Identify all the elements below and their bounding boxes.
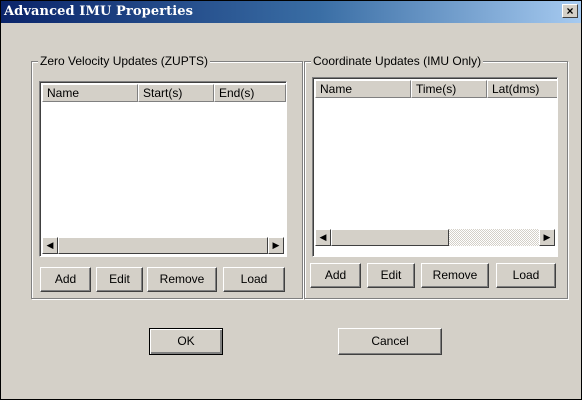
coordinate-updates-list[interactable]: Name Time(s) Lat(dms) ◀ ▶ <box>312 77 558 257</box>
coords-horizontal-scrollbar[interactable]: ◀ ▶ <box>315 229 555 246</box>
zupts-horizontal-scrollbar[interactable]: ◀ ▶ <box>42 237 284 254</box>
zupts-list[interactable]: Name Start(s) End(s) ◀ ▶ <box>39 81 287 257</box>
coordinate-updates-list-header: Name Time(s) Lat(dms) <box>315 80 557 98</box>
scroll-left-icon: ◀ <box>319 232 327 242</box>
zupts-load-button[interactable]: Load <box>223 267 285 292</box>
window-title: Advanced IMU Properties <box>4 4 194 19</box>
coords-scroll-thumb[interactable] <box>331 229 449 246</box>
coords-remove-button[interactable]: Remove <box>421 263 489 288</box>
zupts-scroll-left-button[interactable]: ◀ <box>42 237 58 254</box>
title-bar[interactable]: Advanced IMU Properties × <box>1 1 581 23</box>
coords-column-lat[interactable]: Lat(dms) <box>487 80 557 98</box>
scroll-left-icon: ◀ <box>46 240 54 250</box>
zupts-column-name[interactable]: Name <box>42 84 138 102</box>
coords-column-time[interactable]: Time(s) <box>411 80 487 98</box>
scroll-right-icon: ▶ <box>543 232 551 242</box>
zupts-edit-button[interactable]: Edit <box>96 267 143 292</box>
coords-scroll-left-button[interactable]: ◀ <box>315 229 331 246</box>
zupts-column-start[interactable]: Start(s) <box>138 84 214 102</box>
coords-scroll-right-button[interactable]: ▶ <box>539 229 555 246</box>
zupts-remove-button[interactable]: Remove <box>147 267 217 292</box>
zupts-add-button[interactable]: Add <box>40 267 91 292</box>
coords-column-name[interactable]: Name <box>315 80 411 98</box>
zupts-scroll-thumb[interactable] <box>58 237 268 254</box>
zupts-column-end[interactable]: End(s) <box>214 84 286 102</box>
close-button[interactable]: × <box>562 4 578 18</box>
scroll-right-icon: ▶ <box>272 240 280 250</box>
zupts-group-title: Zero Velocity Updates (ZUPTS) <box>38 54 211 68</box>
close-icon: × <box>566 4 574 18</box>
cancel-button[interactable]: Cancel <box>338 328 442 355</box>
coordinate-updates-group-title: Coordinate Updates (IMU Only) <box>311 54 484 68</box>
coords-scroll-track[interactable] <box>449 229 539 246</box>
ok-button[interactable]: OK <box>149 328 223 355</box>
zupts-scroll-right-button[interactable]: ▶ <box>268 237 284 254</box>
zupts-list-header: Name Start(s) End(s) <box>42 84 286 102</box>
coords-load-button[interactable]: Load <box>496 263 556 288</box>
coords-add-button[interactable]: Add <box>310 263 361 288</box>
coords-edit-button[interactable]: Edit <box>367 263 415 288</box>
advanced-imu-properties-dialog: Advanced IMU Properties × Zero Velocity … <box>0 0 582 400</box>
